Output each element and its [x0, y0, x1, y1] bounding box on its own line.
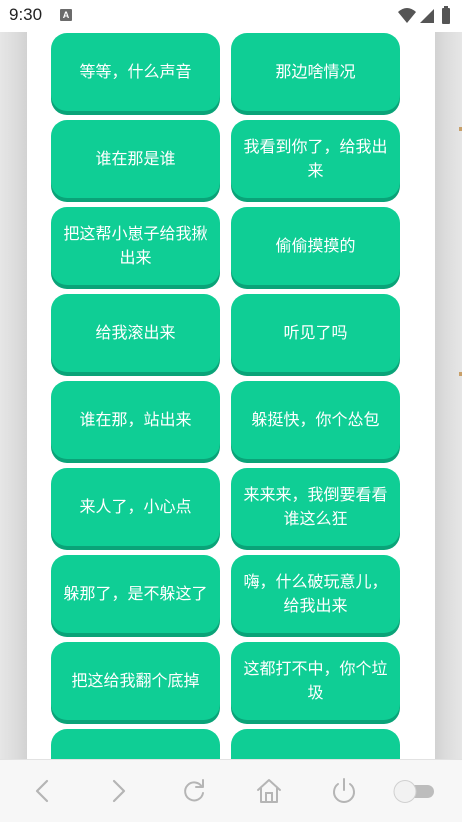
back-icon[interactable]	[28, 776, 58, 806]
signal-icon	[420, 9, 434, 23]
sound-button[interactable]: 这都打不中，你个垃圾	[231, 642, 400, 720]
status-bar: 9:30 A	[0, 0, 462, 32]
reload-icon[interactable]	[179, 776, 209, 806]
wifi-icon	[398, 8, 416, 23]
sound-button[interactable]	[51, 729, 220, 759]
sound-button[interactable]: 等等，什么声音	[51, 33, 220, 111]
sound-button[interactable]: 偷偷摸摸的	[231, 207, 400, 285]
sound-button[interactable]: 躲那了，是不躲这了	[51, 555, 220, 633]
sound-button[interactable]: 我看到你了，给我出来	[231, 120, 400, 198]
sound-button[interactable]: 把这给我翻个底掉	[51, 642, 220, 720]
frame-left	[0, 32, 27, 759]
sound-button[interactable]: 谁在那是谁	[51, 120, 220, 198]
sound-button[interactable]: 谁在那，站出来	[51, 381, 220, 459]
sound-button[interactable]	[231, 729, 400, 759]
frame-right	[435, 32, 462, 759]
sound-button[interactable]: 来人了，小心点	[51, 468, 220, 546]
home-icon[interactable]	[254, 776, 284, 806]
forward-icon[interactable]	[103, 776, 133, 806]
sound-button[interactable]: 躲挺快，你个怂包	[231, 381, 400, 459]
sound-button[interactable]: 来来来，我倒要看看谁这么狂	[231, 468, 400, 546]
sound-button-panel[interactable]: 等等，什么声音 那边啥情况 谁在那是谁 我看到你了，给我出来 把这帮小崽子给我揪…	[27, 32, 435, 759]
toggle-switch[interactable]	[392, 776, 436, 806]
sound-button[interactable]: 给我滚出来	[51, 294, 220, 372]
sound-button[interactable]: 嗨，什么破玩意儿，给我出来	[231, 555, 400, 633]
power-icon[interactable]	[329, 776, 359, 806]
status-icons	[396, 6, 456, 26]
sound-button[interactable]: 那边啥情况	[231, 33, 400, 111]
battery-icon	[442, 6, 450, 24]
sound-button[interactable]: 听见了吗	[231, 294, 400, 372]
status-time: 9:30	[9, 5, 43, 24]
notification-a-icon: A	[60, 9, 72, 21]
sound-button[interactable]: 把这帮小崽子给我揪出来	[51, 207, 220, 285]
bottom-nav-bar	[0, 759, 462, 822]
